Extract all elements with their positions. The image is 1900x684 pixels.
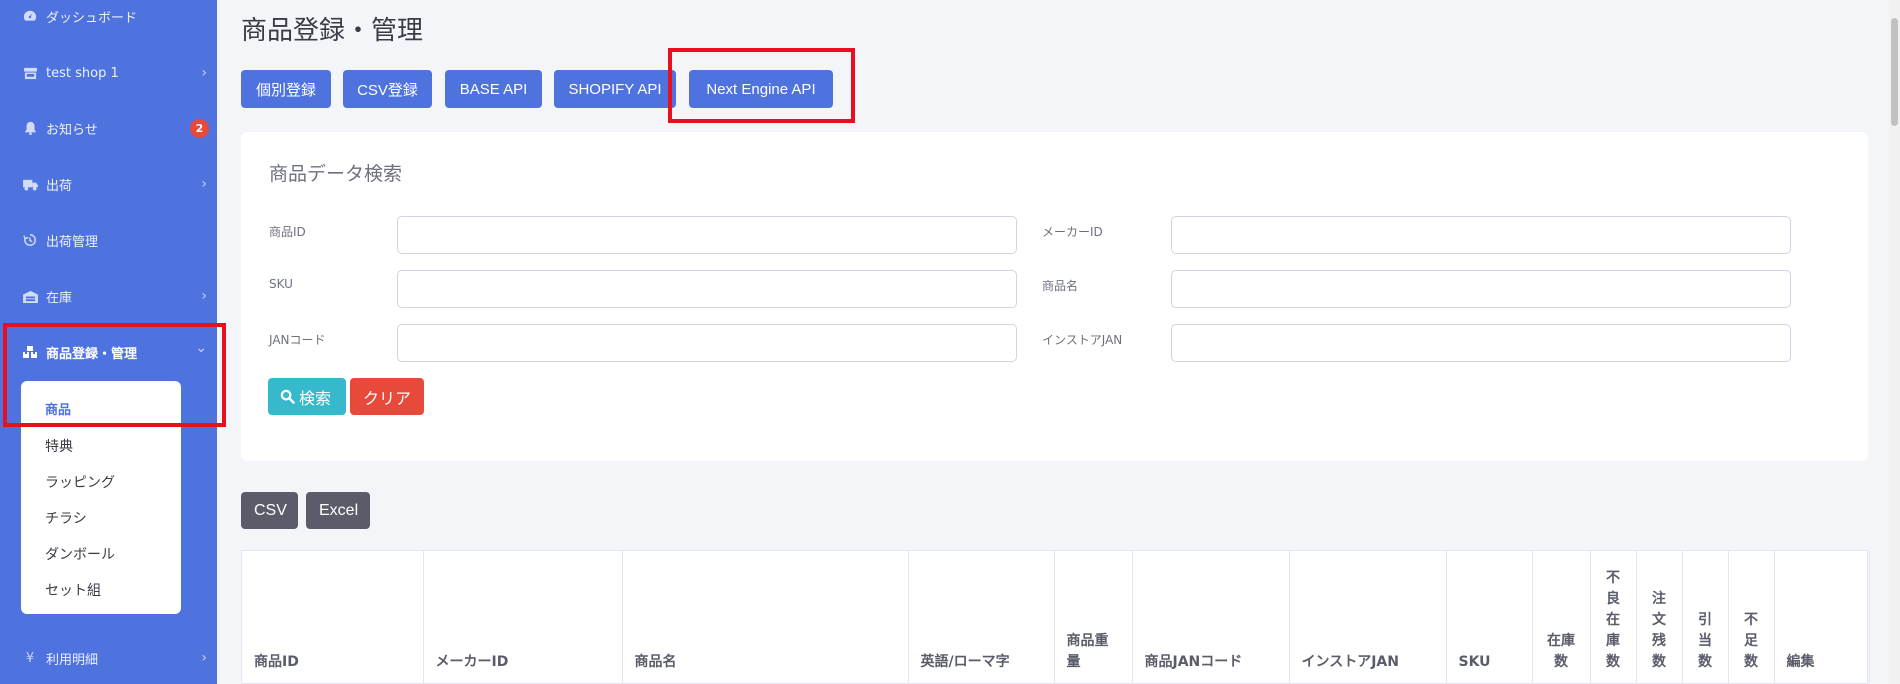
- product-id-label: 商品ID: [269, 225, 306, 239]
- scrollbar-thumb[interactable]: [1891, 18, 1898, 126]
- sidebar-item-label: ダッシュボード: [46, 10, 138, 26]
- column-header-allocated-text: 引当数: [1698, 612, 1712, 670]
- search-button[interactable]: 検索: [268, 378, 346, 415]
- shopify-api-button[interactable]: SHOPIFY API: [554, 70, 676, 108]
- page-title: 商品登録・管理: [241, 16, 424, 46]
- notification-count-badge: 2: [190, 118, 209, 138]
- chevron-down-icon: ⌄: [195, 340, 207, 356]
- column-header-stock-text: 在庫数: [1547, 633, 1575, 670]
- submenu-item-cardboard[interactable]: ダンボール: [21, 537, 181, 573]
- column-header-product-id[interactable]: 商品ID: [242, 551, 424, 684]
- sidebar-item-usage-details[interactable]: ¥ 利用明細 ›: [0, 638, 217, 678]
- page-scrollbar[interactable]: [1889, 0, 1900, 684]
- product-name-label: 商品名: [1042, 279, 1079, 293]
- history-icon: [20, 233, 40, 247]
- chevron-right-icon: ›: [201, 176, 207, 192]
- clear-button[interactable]: クリア: [350, 378, 424, 415]
- bell-icon: [20, 121, 40, 135]
- column-header-defective-stock-text: 不良在庫数: [1606, 570, 1620, 670]
- dashboard-icon: [20, 9, 40, 23]
- base-api-button[interactable]: BASE API: [445, 70, 542, 108]
- search-icon: [280, 389, 295, 404]
- sidebar-item-label: 在庫: [46, 290, 73, 306]
- maker-id-input[interactable]: [1171, 216, 1791, 254]
- submenu-item-bonus[interactable]: 特典: [21, 429, 181, 465]
- csv-registration-button[interactable]: CSV登録: [343, 70, 432, 108]
- sidebar-item-shipping-management[interactable]: 出荷管理: [0, 220, 217, 260]
- column-header-defective-stock[interactable]: 不良在庫数: [1590, 551, 1637, 684]
- sidebar-item-label: test shop 1: [46, 65, 119, 81]
- column-header-order-remaining-text: 注文残数: [1652, 591, 1666, 670]
- product-submenu: 商品 特典 ラッピング チラシ ダンボール セット組: [21, 381, 181, 614]
- column-header-instore-jan[interactable]: インストアJAN: [1289, 551, 1447, 684]
- chevron-right-icon: ›: [201, 65, 207, 81]
- table-header-row: 商品ID メーカーID 商品名 英語/ローマ字 商品重量 商品JANコード イン…: [242, 551, 1870, 684]
- csv-export-button[interactable]: CSV: [241, 492, 298, 529]
- sku-label: SKU: [269, 277, 293, 291]
- column-header-weight[interactable]: 商品重量: [1054, 551, 1133, 684]
- instore-jan-input[interactable]: [1171, 324, 1791, 362]
- sidebar-item-label: 出荷: [46, 178, 73, 194]
- excel-export-button[interactable]: Excel: [306, 492, 370, 529]
- next-engine-api-button[interactable]: Next Engine API: [689, 70, 833, 108]
- search-button-label: 検索: [299, 390, 332, 408]
- product-search-card: 商品データ検索 商品ID メーカーID SKU 商品名 JANコード インストア…: [241, 132, 1868, 461]
- product-name-input[interactable]: [1171, 270, 1791, 308]
- sku-input[interactable]: [397, 270, 1017, 308]
- sidebar-item-product-registration[interactable]: 商品登録・管理 ⌄: [0, 332, 217, 372]
- column-header-product-name[interactable]: 商品名: [622, 551, 909, 684]
- column-header-sku[interactable]: SKU: [1446, 551, 1533, 684]
- truck-icon: [20, 178, 40, 191]
- sidebar-item-dashboard[interactable]: ダッシュボード: [0, 0, 217, 36]
- chevron-right-icon: ›: [201, 288, 207, 304]
- column-header-maker-id[interactable]: メーカーID: [423, 551, 623, 684]
- product-table-container: 商品ID メーカーID 商品名 英語/ローマ字 商品重量 商品JANコード イン…: [241, 550, 1870, 684]
- maker-id-label: メーカーID: [1042, 225, 1103, 239]
- sidebar-item-label: 利用明細: [46, 652, 99, 668]
- submenu-item-products[interactable]: 商品: [21, 393, 181, 429]
- column-header-jan-code[interactable]: 商品JANコード: [1132, 551, 1290, 684]
- jan-code-label: JANコード: [269, 333, 326, 347]
- individual-registration-button[interactable]: 個別登録: [241, 70, 331, 108]
- instore-jan-label: インストアJAN: [1042, 333, 1123, 347]
- column-header-order-remaining[interactable]: 注文残数: [1636, 551, 1683, 684]
- sidebar: ダッシュボード test shop 1 › お知らせ 2 出荷 › 出荷管理 在…: [0, 0, 217, 684]
- warehouse-icon: [20, 290, 40, 303]
- column-header-allocated[interactable]: 引当数: [1682, 551, 1729, 684]
- jan-code-input[interactable]: [397, 324, 1017, 362]
- column-header-shortage-text: 不足数: [1744, 612, 1758, 670]
- sidebar-item-label: お知らせ: [46, 122, 98, 138]
- column-header-stock[interactable]: 在庫数: [1532, 551, 1591, 684]
- sidebar-item-label: 商品登録・管理: [46, 346, 138, 362]
- sidebar-item-label: 出荷管理: [46, 234, 99, 250]
- column-header-shortage[interactable]: 不足数: [1728, 551, 1775, 684]
- sidebar-item-notices[interactable]: お知らせ 2: [0, 108, 217, 148]
- yen-icon: ¥: [25, 650, 35, 666]
- sidebar-item-shop[interactable]: test shop 1 ›: [0, 53, 217, 93]
- submenu-item-wrapping[interactable]: ラッピング: [21, 465, 181, 501]
- search-card-title: 商品データ検索: [269, 163, 403, 185]
- product-id-input[interactable]: [397, 216, 1017, 254]
- sidebar-item-inventory[interactable]: 在庫 ›: [0, 276, 217, 316]
- boxes-icon: [20, 345, 40, 359]
- column-header-edit: 編集: [1774, 551, 1870, 684]
- chevron-right-icon: ›: [201, 650, 207, 666]
- column-header-english-name[interactable]: 英語/ローマ字: [908, 551, 1055, 684]
- product-table: 商品ID メーカーID 商品名 英語/ローマ字 商品重量 商品JANコード イン…: [242, 551, 1870, 684]
- store-icon: [20, 67, 40, 80]
- sidebar-item-shipping[interactable]: 出荷 ›: [0, 164, 217, 204]
- submenu-item-set-assembly[interactable]: セット組: [21, 573, 181, 609]
- submenu-item-flyers[interactable]: チラシ: [21, 501, 181, 537]
